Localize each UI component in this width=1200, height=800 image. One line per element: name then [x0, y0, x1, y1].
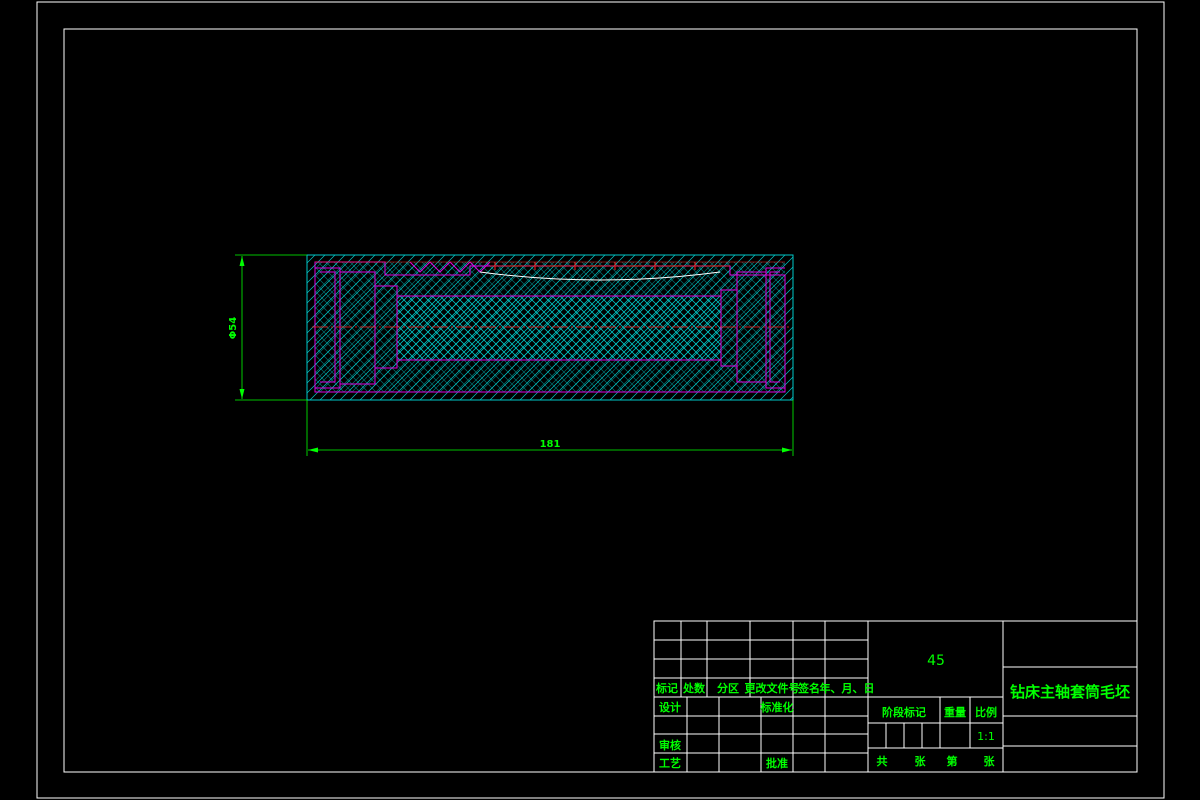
label-fenqu: 分区 — [717, 681, 739, 695]
dimension-length: 181 — [306, 400, 794, 456]
part-section-view — [306, 254, 794, 401]
label-pizhun: 批准 — [766, 756, 788, 770]
label-gong: 共 — [877, 754, 888, 768]
label-zhang2: 张 — [984, 754, 996, 768]
label-qianming: 签名 — [797, 681, 820, 695]
label-sheji: 设计 — [659, 700, 681, 714]
label-biaozhunhua: 标准化 — [760, 700, 794, 714]
length-dimension-text: 181 — [540, 439, 561, 450]
part-name-text: 钻床主轴套筒毛坯 — [1010, 683, 1130, 701]
label-biaoji: 标记 — [655, 681, 678, 695]
scale-value: 1:1 — [977, 730, 995, 743]
inner-bore — [396, 295, 722, 361]
material-text: 45 — [927, 653, 945, 669]
label-bili: 比例 — [975, 705, 997, 719]
dim-arrow-bottom — [239, 389, 245, 399]
label-gongyi: 工艺 — [659, 756, 681, 770]
dimension-diameter: Φ54 — [228, 254, 307, 401]
label-shenhe: 审核 — [659, 738, 681, 752]
label-chushu: 处数 — [682, 681, 706, 695]
cad-drawing-sheet: Φ54 181 标记 处数 分区 更改文件号 签名 年、月、日 设计 标准化 审… — [36, 1, 1165, 799]
label-zhang1: 张 — [915, 754, 927, 768]
dim-arrow-left — [308, 447, 318, 453]
label-gengai: 更改文件号 — [745, 681, 800, 695]
label-di: 第 — [947, 754, 958, 768]
dim-arrow-right — [782, 447, 792, 453]
label-date: 年、月、日 — [820, 681, 875, 695]
dim-arrow-top — [239, 256, 245, 266]
title-block-text: 标记 处数 分区 更改文件号 签名 年、月、日 设计 标准化 审核 工艺 批准 … — [655, 653, 1130, 770]
label-jieduan: 阶段标记 — [882, 705, 926, 719]
diameter-dimension-text: Φ54 — [228, 317, 239, 339]
label-zhongliang: 重量 — [944, 705, 966, 719]
